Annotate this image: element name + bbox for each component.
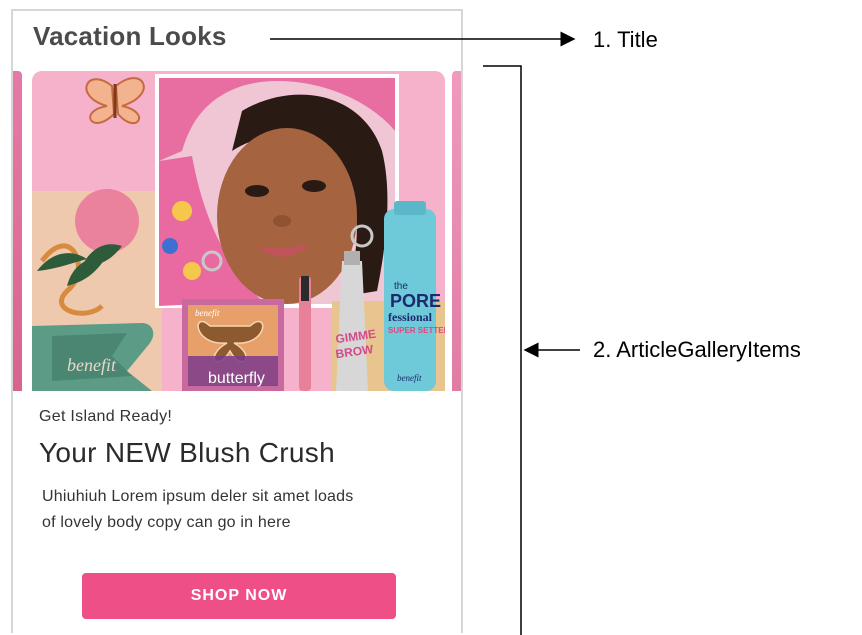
annotation-layer — [270, 31, 580, 635]
items-bracket — [483, 65, 522, 635]
title-annotation-label: 1. Title — [593, 27, 658, 52]
items-annotation-label: 2. ArticleGalleryItems — [593, 337, 801, 362]
